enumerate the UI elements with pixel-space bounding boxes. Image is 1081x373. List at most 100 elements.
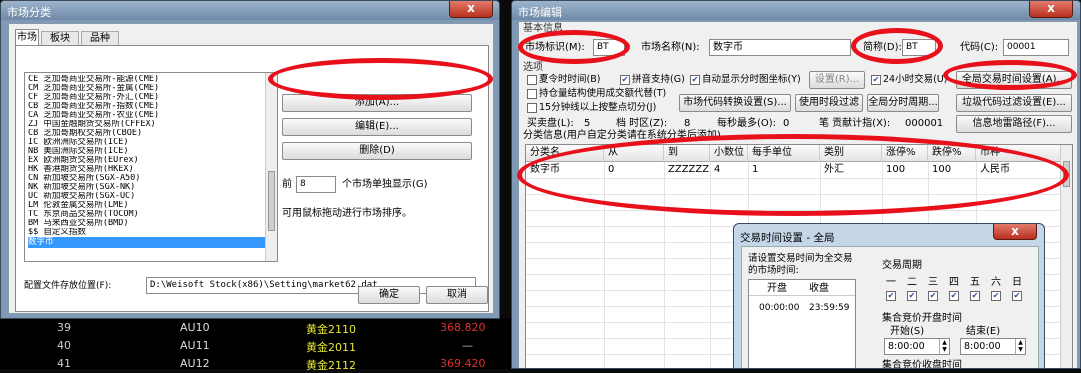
list-item[interactable]: CE 芝加哥商业交易所-能源(CME)	[28, 75, 277, 84]
period-filter-label: 使用时段过滤	[799, 97, 859, 108]
close-button[interactable]: x	[449, 1, 493, 18]
auto-coord-checkbox[interactable]: ✔ 自动显示分时图坐标(Y)	[690, 74, 801, 86]
edit-button[interactable]: 编辑(E)...	[282, 118, 472, 136]
position-checkbox[interactable]: 持仓量结构使用成交额代替(T)	[527, 88, 666, 100]
global-period-label: 全局分时周期...	[868, 97, 938, 108]
row-price: 368.820	[440, 321, 486, 334]
session-open[interactable]: 00:00:00	[759, 302, 799, 314]
checkbox-label: 拼音支持(G)	[632, 74, 685, 85]
tab-sector[interactable]: 板块	[41, 31, 79, 46]
call-auction-close-title: 集合竞价收盘时间	[882, 360, 962, 369]
start-time-input[interactable]: 8:00:00 ▲ ▼	[884, 338, 950, 355]
weekday-label: 二	[907, 277, 917, 288]
24h-checkbox[interactable]: ✔ 24小时交易(U)	[871, 74, 947, 86]
row-number: 41	[57, 357, 71, 370]
tz-value[interactable]: 8	[684, 118, 690, 130]
front-count-input[interactable]: 8	[296, 176, 336, 193]
edit-label: 编辑(E)...	[355, 121, 399, 132]
list-item[interactable]: ZJ 中国金融期货交易所(CFFEX)	[28, 120, 277, 129]
market-name-input[interactable]: 数字币	[709, 39, 851, 56]
start-label: 开始(S)	[890, 326, 925, 337]
bid-value[interactable]: 5	[584, 118, 590, 130]
call-auction-open-title: 集合竞价开盘时间	[882, 313, 962, 324]
title-bar[interactable]: 市场编辑	[512, 1, 1080, 20]
list-item[interactable]: TC 东京商品交易所(TOCOM)	[28, 210, 277, 219]
tz-label: 档 时区(Z):	[616, 118, 668, 129]
junk-filter-button[interactable]: 垃圾代码过滤设置(E)...	[956, 94, 1072, 112]
tab-market[interactable]: 市场	[15, 29, 39, 46]
spinner-icon[interactable]: ▲ ▼	[939, 339, 949, 354]
15min-checkbox[interactable]: 15分钟线以上按整点切分(J)	[527, 102, 656, 114]
list-item[interactable]: UC 新加坡交易所(SGX-UC)	[28, 192, 277, 201]
code-convert-button[interactable]: 市场代码转换设置(S)...	[679, 94, 791, 112]
list-item[interactable]: CB 芝加哥期权交易所(CBOE)	[28, 129, 277, 138]
row-price: 369.420	[440, 357, 486, 370]
weekday-checkbox[interactable]: ✔	[1012, 291, 1022, 301]
list-item[interactable]: NK 新加坡交易所(SGX-NK)	[28, 183, 277, 192]
cancel-button[interactable]: 取消	[426, 286, 488, 304]
tab-variety[interactable]: 品种	[81, 31, 119, 46]
dialog-title: 市场编辑	[518, 6, 562, 19]
global-period-button[interactable]: 全局分时周期...	[867, 94, 939, 112]
close-button[interactable]: x	[993, 224, 1037, 240]
list-item[interactable]: CM 芝加哥商业交易所-金属(CME)	[28, 84, 277, 93]
market-list[interactable]: CE 芝加哥商业交易所-能源(CME) CM 芝加哥商业交易所-金属(CME) CF…	[24, 72, 278, 262]
end-time-input[interactable]: 8:00:00 ▲ ▼	[960, 338, 1026, 355]
row-name: 黄金2011	[306, 341, 356, 354]
period-filter-button[interactable]: 使用时段过滤	[795, 94, 863, 112]
list-item[interactable]: LM 伦敦金属交易所(LME)	[28, 201, 277, 210]
list-item[interactable]: EX 欧洲期货交易所(EUrex)	[28, 156, 277, 165]
info-mine-label: 信息地雷路径(F)...	[972, 118, 1056, 129]
list-item[interactable]: HK 香港期货交易所(HKEX)	[28, 165, 277, 174]
max-per-second-value[interactable]: 0	[783, 118, 789, 130]
drag-hint: 可用鼠标拖动进行市场排序。	[282, 208, 412, 219]
pinyin-checkbox[interactable]: ✔ 拼音支持(G)	[620, 74, 685, 86]
contrib-value[interactable]: 000001	[905, 118, 943, 130]
weekday-checkbox[interactable]: ✔	[949, 291, 959, 301]
scrollbar[interactable]	[265, 73, 277, 261]
settings-label: 设置(R)...	[814, 74, 860, 85]
scrollbar-thumb[interactable]	[268, 171, 275, 231]
spinner-icon[interactable]: ▲ ▼	[1015, 339, 1025, 354]
tab-label: 市场	[17, 32, 37, 43]
annotation-ring	[851, 28, 943, 64]
session-list[interactable]: 开盘 收盘 00:00:00 23:59:59	[748, 279, 856, 368]
weekday-checkbox[interactable]: ✔	[928, 291, 938, 301]
market-name-value: 数字币	[713, 42, 743, 53]
settings-button[interactable]: 设置(R)...	[809, 71, 865, 89]
table-row[interactable]: 40 AU11 黄金2011 —	[0, 339, 512, 355]
close-icon: x	[467, 1, 475, 15]
close-button[interactable]: x	[1029, 1, 1073, 18]
front-count-prefix: 前	[282, 179, 292, 190]
annotation-ring	[517, 134, 1069, 216]
info-mine-button[interactable]: 信息地雷路径(F)...	[956, 115, 1072, 133]
weekday-checkbox[interactable]: ✔	[970, 291, 980, 301]
list-item[interactable]: $$ 自定义指数	[28, 228, 277, 237]
weekday-checkbox[interactable]: ✔	[907, 291, 917, 301]
table-row[interactable]: 41 AU12 黄金2112 369.420	[0, 357, 512, 373]
list-item[interactable]: BM 马来西亚交易所(BMD)	[28, 219, 277, 228]
row-price: —	[462, 339, 473, 352]
list-item[interactable]: CF 芝加哥商业交易所-外汇(CME)	[28, 93, 277, 102]
weekday-checkbox[interactable]: ✔	[886, 291, 896, 301]
ok-button[interactable]: 确定	[358, 286, 420, 304]
annotation-ring	[943, 60, 1077, 90]
table-row[interactable]: 39 AU10 黄金2110 368.820	[0, 321, 512, 337]
title-bar[interactable]: 市场分类	[1, 1, 499, 20]
list-item[interactable]: CB 芝加哥商业交易所-指数(CME)	[28, 102, 277, 111]
weekday-checkbox[interactable]: ✔	[991, 291, 1001, 301]
dst-checkbox[interactable]: 夏令时时间(B)	[527, 74, 600, 86]
list-item[interactable]: NB 美国洲际交易所(ICE)	[28, 147, 277, 156]
list-item[interactable]: CN 新加坡交易所(SGX-A50)	[28, 174, 277, 183]
bid-label: 买卖盘(L):	[527, 118, 574, 129]
list-item[interactable]: CA 芝加哥商业交易所-农业(CME)	[28, 111, 277, 120]
dialog-title: 交易时间设置 - 全局	[740, 232, 835, 244]
checkbox-box	[527, 88, 537, 99]
row-code: AU10	[180, 321, 210, 334]
list-item[interactable]: 数字币	[28, 237, 277, 248]
delete-button[interactable]: 删除(D)	[282, 142, 472, 160]
market-category-dialog: 市场分类 x 市场 板块 品种 CE 芝加哥商业交易所-能源(CME) CM 芝加…	[0, 0, 500, 319]
code-input[interactable]: 00001	[1003, 39, 1069, 56]
list-item[interactable]: IC 欧洲洲际交易所(ICE)	[28, 138, 277, 147]
session-close[interactable]: 23:59:59	[809, 302, 849, 314]
